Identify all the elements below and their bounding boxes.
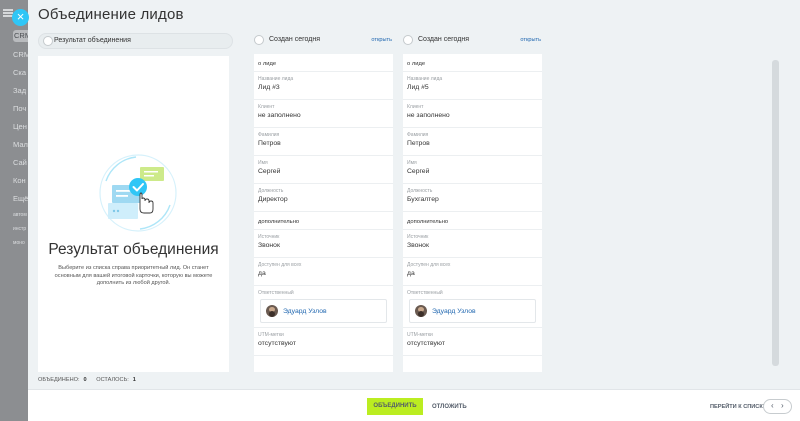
result-column-header[interactable]: Результат объединения [38, 33, 233, 49]
field-label: Доступен для всех [258, 262, 302, 268]
avatar [415, 305, 427, 317]
field-value: Лид #3 [258, 84, 280, 91]
close-icon[interactable]: × [12, 9, 29, 26]
field-value: Петров [407, 140, 430, 147]
field-value: да [407, 270, 415, 277]
field-value: да [258, 270, 266, 277]
avatar [266, 305, 278, 317]
field-utm[interactable]: UTM-метки отсутствуют [403, 328, 542, 356]
lead-column: о лиде Название лида Лид #3 Клиент не запо… [254, 54, 393, 372]
field-value: Звонок [407, 242, 429, 249]
merge-button[interactable]: ОБЪЕДИНИТЬ [367, 398, 423, 415]
field-label: Имя [258, 160, 268, 166]
page-title: Объединение лидов [38, 6, 184, 23]
field-label: Фамилия [258, 132, 280, 138]
field-last-name[interactable]: Фамилия Петров [254, 128, 393, 156]
left-count: 1 [132, 377, 136, 383]
footer: ОБЪЕДИНИТЬ ОТЛОЖИТЬ ПЕРЕЙТИ К СПИСКУ ‹ › [28, 389, 800, 421]
field-label: UTM-метки [407, 332, 433, 338]
field-responsible[interactable]: Ответственный Эдуард Узлов [254, 286, 393, 328]
field-value: Бухгалтер [407, 196, 439, 203]
open-lead-link[interactable]: открыть [371, 37, 392, 43]
chevron-left-icon[interactable]: ‹ [771, 401, 774, 410]
merged-label: ОБЪЕДИНЕНО: [38, 377, 80, 383]
field-value: Сергей [407, 168, 430, 175]
result-title: Результат объединения [48, 241, 219, 258]
field-client[interactable]: Клиент не заполнено [403, 100, 542, 128]
result-header-label: Результат объединения [54, 37, 131, 44]
field-utm[interactable]: UTM-метки отсутствуют [254, 328, 393, 356]
field-client[interactable]: Клиент не заполнено [254, 100, 393, 128]
merge-illustration-icon [99, 154, 177, 232]
result-column: Результат объединения Выберите из списка… [38, 56, 229, 372]
background-sidebar: CRM CRM Ска Зад Поч Цен Мал Сай Кон Ещё … [0, 0, 30, 421]
left-label: ОСТАЛОСЬ: [96, 377, 129, 383]
field-label: Ответственный [407, 290, 443, 296]
field-label: Должность [407, 188, 433, 194]
field-last-name[interactable]: Фамилия Петров [403, 128, 542, 156]
section-extra: дополнительно [254, 212, 393, 230]
field-label: Имя [407, 160, 417, 166]
field-label: Клиент [258, 104, 275, 110]
radio-icon[interactable] [254, 35, 264, 45]
field-label: Должность [258, 188, 284, 194]
field-lead-name[interactable]: Название лида Лид #3 [254, 72, 393, 100]
radio-icon[interactable] [403, 35, 413, 45]
field-label: UTM-метки [258, 332, 284, 338]
field-label: Ответственный [258, 290, 294, 296]
field-label: Название лида [258, 76, 294, 82]
result-description: Выберите из списка справа приоритетный л… [54, 265, 213, 287]
responsible-name[interactable]: Эдуард Узлов [432, 308, 476, 315]
field-label: Источник [258, 234, 280, 240]
open-lead-link[interactable]: открыть [520, 37, 541, 43]
field-source[interactable]: Источник Звонок [254, 230, 393, 258]
lead-column-header[interactable]: Создан сегодня открыть [403, 33, 541, 49]
field-source[interactable]: Источник Звонок [403, 230, 542, 258]
field-label: Фамилия [407, 132, 429, 138]
field-first-name[interactable]: Имя Сергей [403, 156, 542, 184]
field-value: Звонок [258, 242, 280, 249]
section-about: о лиде [254, 54, 393, 72]
lead-created-label: Создан сегодня [269, 36, 320, 43]
merged-count: 0 [83, 377, 87, 383]
section-about: о лиде [403, 54, 542, 72]
field-label: Источник [407, 234, 429, 240]
radio-icon [43, 36, 53, 46]
field-lead-name[interactable]: Название лида Лид #5 [403, 72, 542, 100]
pager: ‹ › [763, 399, 792, 414]
field-responsible[interactable]: Ответственный Эдуард Узлов [403, 286, 542, 328]
field-available[interactable]: Доступен для всех да [403, 258, 542, 286]
field-value: не заполнено [258, 112, 301, 119]
chevron-right-icon[interactable]: › [781, 401, 784, 410]
responsible-card[interactable]: Эдуард Узлов [260, 299, 387, 323]
responsible-name[interactable]: Эдуард Узлов [283, 308, 327, 315]
field-value: Директор [258, 196, 288, 203]
field-value: отсутствуют [258, 340, 296, 347]
field-value: не заполнено [407, 112, 450, 119]
field-value: отсутствуют [407, 340, 445, 347]
lead-column: о лиде Название лида Лид #5 Клиент не запо… [403, 54, 542, 372]
responsible-card[interactable]: Эдуард Узлов [409, 299, 536, 323]
go-to-list-link[interactable]: ПЕРЕЙТИ К СПИСКУ [710, 404, 766, 410]
field-available[interactable]: Доступен для всех да [254, 258, 393, 286]
field-first-name[interactable]: Имя Сергей [254, 156, 393, 184]
field-value: Лид #5 [407, 84, 429, 91]
lead-created-label: Создан сегодня [418, 36, 469, 43]
field-label: Клиент [407, 104, 424, 110]
field-value: Сергей [258, 168, 281, 175]
section-extra: дополнительно [403, 212, 542, 230]
horizontal-scrollbar[interactable] [772, 60, 779, 366]
lead-column-header[interactable]: Создан сегодня открыть [254, 33, 392, 49]
postpone-button[interactable]: ОТЛОЖИТЬ [432, 404, 467, 410]
field-value: Петров [258, 140, 281, 147]
merge-leads-panel: Объединение лидов Результат объединения … [28, 0, 800, 421]
field-position[interactable]: Должность Бухгалтер [403, 184, 542, 212]
merge-stats: ОБЪЕДИНЕНО: 0 ОСТАЛОСЬ: 1 [38, 377, 136, 383]
field-position[interactable]: Должность Директор [254, 184, 393, 212]
field-label: Название лида [407, 76, 443, 82]
field-label: Доступен для всех [407, 262, 451, 268]
